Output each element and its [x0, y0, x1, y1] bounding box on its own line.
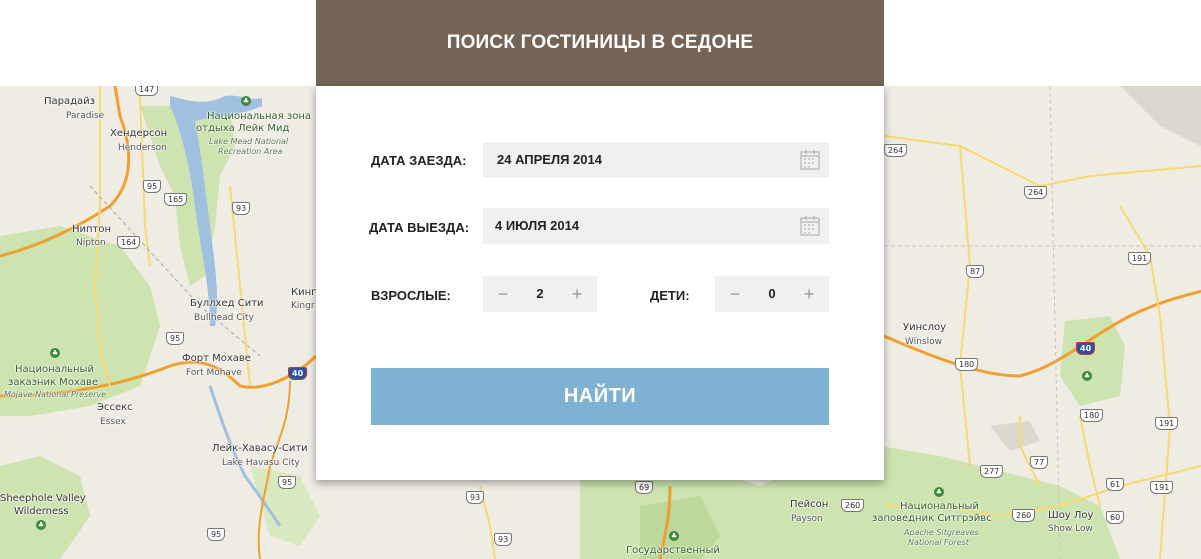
- children-increment-button[interactable]: +: [791, 276, 827, 312]
- route-shield: 93: [466, 491, 485, 504]
- map-label: Henderson: [118, 143, 167, 153]
- map-label: Payson: [791, 514, 823, 524]
- park-icon: ♣: [36, 520, 46, 530]
- map-label: Буллхед Сити: [190, 298, 264, 309]
- route-shield: 95: [166, 332, 185, 345]
- map-label: Национальный: [900, 501, 979, 512]
- map-label: Fort Mohave: [186, 368, 242, 378]
- route-shield: 93: [494, 533, 513, 546]
- adults-label: ВЗРОСЛЫЕ:: [371, 288, 451, 303]
- route-shield: 93: [232, 202, 251, 215]
- route-shield: 191: [1150, 481, 1174, 494]
- route-shield: 180: [955, 358, 979, 371]
- route-shield: 264: [1024, 186, 1048, 199]
- map-label: Шоу Лоу: [1048, 510, 1094, 521]
- route-shield: 147: [135, 86, 159, 96]
- map-label: заказник Мохаве: [8, 377, 99, 388]
- adults-decrement-button[interactable]: −: [485, 276, 521, 312]
- map-label: National Forest: [908, 538, 969, 547]
- route-shield: 277: [980, 465, 1004, 478]
- map-label: Кинг: [291, 287, 317, 298]
- map-label: Парадайз: [44, 96, 95, 107]
- map-label: Nipton: [76, 238, 106, 248]
- checkin-date-value: 24 АПРЕЛЯ 2014: [497, 152, 602, 167]
- route-shield: 264: [884, 144, 908, 157]
- map-label: Show Low: [1048, 524, 1093, 534]
- checkout-label: ДАТА ВЫЕЗДА:: [369, 220, 470, 235]
- route-shield: 69: [635, 481, 654, 494]
- checkout-date-field[interactable]: 4 ИЮЛЯ 2014: [483, 208, 829, 244]
- interstate-shield: 40: [1076, 342, 1096, 355]
- route-shield: 60: [1106, 511, 1125, 524]
- map-label: Пейсон: [790, 499, 829, 510]
- search-header: ПОИСК ГОСТИНИЦЫ В СЕДОНЕ: [316, 0, 884, 86]
- map-label: Государственный: [626, 545, 720, 556]
- route-shield: 95: [207, 528, 226, 541]
- route-shield: 95: [143, 180, 162, 193]
- route-shield: 87: [966, 265, 985, 278]
- route-shield: 165: [164, 193, 188, 206]
- map-label: Bullhead City: [194, 313, 254, 323]
- map-label: Paradise: [66, 111, 105, 121]
- route-shield: 77: [1030, 456, 1049, 469]
- map-label: Уинслоу: [903, 322, 947, 333]
- map-label: Sheephole Valley: [0, 493, 86, 504]
- map-label: Национальная зона: [207, 111, 311, 122]
- park-icon: ♣: [934, 487, 944, 497]
- route-shield: 191: [1155, 417, 1179, 430]
- adults-count: 2: [536, 286, 544, 301]
- children-stepper: − 0 +: [715, 276, 829, 312]
- map-label: Wilderness: [14, 506, 69, 517]
- map-label: Эссекс: [97, 402, 133, 413]
- children-count: 0: [768, 286, 776, 301]
- park-icon: ♣: [50, 348, 60, 358]
- route-shield: 95: [278, 476, 297, 489]
- park-icon: ♣: [241, 96, 251, 106]
- calendar-icon[interactable]: [800, 149, 820, 170]
- map-label: Национальный: [15, 364, 94, 375]
- children-decrement-button[interactable]: −: [717, 276, 753, 312]
- interstate-shield: 40: [288, 367, 308, 380]
- map-label: Форт Мохаве: [182, 353, 251, 364]
- map-label: Winslow: [905, 337, 942, 347]
- checkin-label: ДАТА ЗАЕЗДА:: [371, 153, 467, 168]
- route-shield: 260: [841, 499, 865, 512]
- map-label: Recreation Area: [218, 147, 283, 156]
- adults-increment-button[interactable]: +: [559, 276, 595, 312]
- map-label: Лейк-Хавасу-Сити: [212, 443, 308, 454]
- hotel-search-form: ДАТА ЗАЕЗДА: 24 АПРЕЛЯ 2014 ДАТА ВЫЕЗДА:…: [316, 86, 884, 480]
- checkin-date-field[interactable]: 24 АПРЕЛЯ 2014: [483, 142, 829, 178]
- route-shield: 191: [1128, 252, 1152, 265]
- map-label: Kingr: [291, 301, 315, 311]
- map-label: Lake Havasu City: [222, 458, 300, 468]
- route-shield: 164: [117, 236, 141, 249]
- page-title: ПОИСК ГОСТИНИЦЫ В СЕДОНЕ: [446, 32, 754, 53]
- checkout-date-value: 4 ИЮЛЯ 2014: [495, 218, 580, 233]
- adults-stepper: − 2 +: [483, 276, 597, 312]
- map-label: отдыха Лейк Мид: [196, 123, 290, 134]
- park-icon: ♣: [1082, 371, 1092, 381]
- route-shield: 260: [1012, 509, 1036, 522]
- park-icon: ♣: [669, 531, 679, 541]
- map-label: Mojave National Preserve: [4, 390, 107, 399]
- route-shield: 61: [1106, 478, 1125, 491]
- children-label: ДЕТИ:: [650, 288, 690, 303]
- map-label: Essex: [100, 417, 126, 427]
- calendar-icon[interactable]: [800, 215, 820, 236]
- map-label: Хендерсон: [110, 128, 168, 139]
- map-label: заповедник Ситгрэйвс: [872, 513, 992, 524]
- route-shield: 180: [1080, 409, 1104, 422]
- map-label: Ниптон: [72, 224, 112, 235]
- search-button[interactable]: НАЙТИ: [371, 368, 829, 425]
